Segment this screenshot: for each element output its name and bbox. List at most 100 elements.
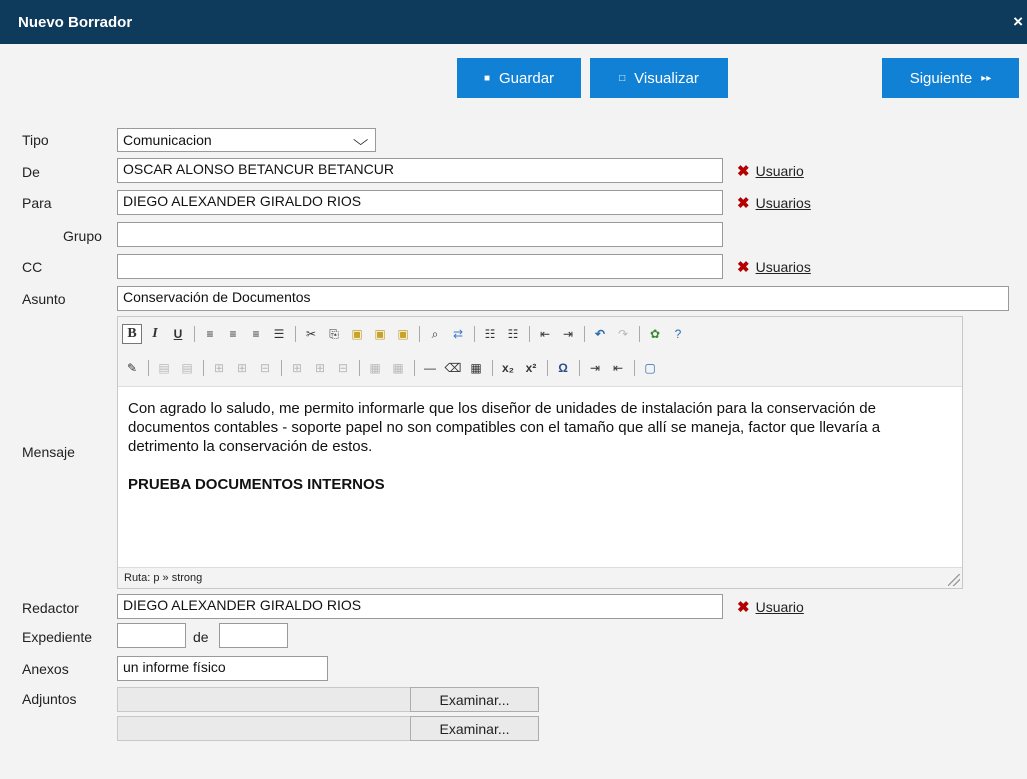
tipo-select-value: Comunicacion (123, 132, 212, 148)
cc-label: CC (22, 259, 43, 275)
expediente-label: Expediente (22, 629, 93, 645)
paste-icon[interactable]: ▣ (347, 324, 367, 344)
preview-button[interactable]: □ Visualizar (590, 58, 728, 98)
editor-toolbar-row-1: B I U ≡ ≡ ≡ ☰ ✂ ⎘ ▣ ▣ ▣ ⌕ ⇄ ☷ ☷ ⇤ ⇥ ↶ ↷ (122, 323, 691, 345)
italic-icon[interactable]: I (145, 324, 165, 344)
expediente-field[interactable] (117, 623, 186, 648)
asunto-label: Asunto (22, 291, 66, 307)
editor-toolbar: B I U ≡ ≡ ≡ ☰ ✂ ⎘ ▣ ▣ ▣ ⌕ ⇄ ☷ ☷ ⇤ ⇥ ↶ ↷ (118, 317, 962, 387)
paste-text-icon[interactable]: ▣ (370, 324, 390, 344)
cc-field[interactable] (117, 254, 723, 279)
editor-content[interactable]: Con agrado lo saludo, me permito informa… (128, 399, 953, 494)
delete-row-icon[interactable]: ⊟ (255, 358, 275, 378)
bold-icon[interactable]: B (122, 324, 142, 344)
outdent-icon[interactable]: ⇤ (535, 324, 555, 344)
editor-toolbar-row-2: ✎ ▤ ▤ ⊞ ⊞ ⊟ ⊞ ⊞ ⊟ ▦ ▦ — ⌫ ▦ x₂ x² Ω ⇥ ⇤ … (122, 357, 663, 379)
copy-icon[interactable]: ⎘ (324, 324, 344, 344)
undo-icon[interactable]: ↶ (590, 324, 610, 344)
resize-grip-icon[interactable] (948, 574, 960, 586)
tipo-label: Tipo (22, 132, 49, 148)
numbered-list-icon[interactable]: ☷ (503, 324, 523, 344)
expediente-de-label: de (193, 629, 209, 645)
align-left-icon[interactable]: ≡ (200, 324, 220, 344)
adjunto-file-field-2[interactable] (117, 716, 411, 741)
redactor-field[interactable]: DIEGO ALEXANDER GIRALDO RIOS (117, 594, 723, 619)
split-cells-icon[interactable]: ▦ (365, 358, 385, 378)
redo-icon[interactable]: ↷ (613, 324, 633, 344)
floppy-icon: ■ (483, 72, 490, 84)
redactor-label: Redactor (22, 600, 79, 616)
grupo-label: Grupo (63, 228, 102, 244)
remove-x-icon[interactable]: ✖ (737, 162, 750, 180)
bullet-list-icon[interactable]: ☷ (480, 324, 500, 344)
adjuntos-label: Adjuntos (22, 691, 77, 707)
paste-word-icon[interactable]: ▣ (393, 324, 413, 344)
fast-forward-icon: ▸▸ (981, 72, 992, 84)
editor-statusbar: Ruta: p » strong (118, 567, 962, 588)
help-icon[interactable]: ? (668, 324, 688, 344)
browse-button-1[interactable]: Examinar... (410, 687, 539, 712)
preview-icon: □ (619, 72, 626, 84)
remove-x-icon[interactable]: ✖ (737, 194, 750, 212)
underline-icon[interactable]: U (168, 324, 188, 344)
indent-icon[interactable]: ⇥ (558, 324, 578, 344)
remove-x-icon[interactable]: ✖ (737, 258, 750, 276)
asunto-field[interactable]: Conservación de Documentos (117, 286, 1009, 311)
message-paragraph: Con agrado lo saludo, me permito informa… (128, 400, 881, 455)
cut-icon[interactable]: ✂ (301, 324, 321, 344)
next-button-label: Siguiente (909, 69, 973, 87)
cell-props-icon[interactable]: ▤ (177, 358, 197, 378)
de-user-link[interactable]: ✖ Usuario (737, 162, 804, 180)
merge-cells-icon[interactable]: ▦ (388, 358, 408, 378)
expediente-total-field[interactable] (219, 623, 288, 648)
adjunto-file-field-1[interactable] (117, 687, 411, 712)
tipo-select[interactable]: Comunicacion ⌵ (117, 128, 376, 152)
insert-col-after-icon[interactable]: ⊞ (310, 358, 330, 378)
dialog-title-bar: Nuevo Borrador × (0, 0, 1027, 44)
cc-users-link-label[interactable]: Usuarios (756, 259, 811, 275)
table-icon[interactable]: ▦ (466, 358, 486, 378)
mensaje-label: Mensaje (22, 444, 75, 460)
next-button[interactable]: Siguiente ▸▸ (882, 58, 1019, 98)
remove-format-icon[interactable]: ⌫ (443, 358, 463, 378)
cc-users-link[interactable]: ✖ Usuarios (737, 258, 811, 276)
browse-button-2[interactable]: Examinar... (410, 716, 539, 741)
rtl-icon[interactable]: ⇤ (608, 358, 628, 378)
para-users-link-label[interactable]: Usuarios (756, 195, 811, 211)
insert-row-after-icon[interactable]: ⊞ (232, 358, 252, 378)
subscript-icon[interactable]: x₂ (498, 358, 518, 378)
insert-col-icon[interactable]: ⊞ (287, 358, 307, 378)
message-bold-line: PRUEBA DOCUMENTOS INTERNOS (128, 476, 385, 493)
message-editor[interactable]: B I U ≡ ≡ ≡ ☰ ✂ ⎘ ▣ ▣ ▣ ⌕ ⇄ ☷ ☷ ⇤ ⇥ ↶ ↷ (117, 316, 963, 589)
find-icon[interactable]: ⌕ (425, 324, 445, 344)
dialog-title: Nuevo Borrador (18, 14, 133, 31)
align-justify-icon[interactable]: ☰ (269, 324, 289, 344)
de-field[interactable]: OSCAR ALONSO BETANCUR BETANCUR (117, 158, 723, 183)
remove-x-icon[interactable]: ✖ (737, 598, 750, 616)
anexos-field[interactable]: un informe físico (117, 656, 328, 681)
redactor-user-link[interactable]: ✖ Usuario (737, 598, 804, 616)
image-icon[interactable]: ✿ (645, 324, 665, 344)
align-right-icon[interactable]: ≡ (246, 324, 266, 344)
save-button[interactable]: ■ Guardar (457, 58, 581, 98)
close-icon[interactable]: × (1013, 12, 1023, 32)
horizontal-rule-icon[interactable]: — (420, 358, 440, 378)
edit-html-icon[interactable]: ✎ (122, 358, 142, 378)
para-label: Para (22, 195, 52, 211)
special-char-icon[interactable]: Ω (553, 358, 573, 378)
superscript-icon[interactable]: x² (521, 358, 541, 378)
ltr-icon[interactable]: ⇥ (585, 358, 605, 378)
para-users-link[interactable]: ✖ Usuarios (737, 194, 811, 212)
para-field[interactable]: DIEGO ALEXANDER GIRALDO RIOS (117, 190, 723, 215)
grupo-field[interactable] (117, 222, 723, 247)
table-props-icon[interactable]: ▤ (154, 358, 174, 378)
align-center-icon[interactable]: ≡ (223, 324, 243, 344)
fullscreen-icon[interactable]: ▢ (640, 358, 660, 378)
delete-col-icon[interactable]: ⊟ (333, 358, 353, 378)
de-user-link-label[interactable]: Usuario (756, 163, 804, 179)
preview-button-label: Visualizar (634, 69, 699, 87)
insert-row-icon[interactable]: ⊞ (209, 358, 229, 378)
replace-icon[interactable]: ⇄ (448, 324, 468, 344)
de-label: De (22, 164, 40, 180)
redactor-user-link-label[interactable]: Usuario (756, 599, 804, 615)
